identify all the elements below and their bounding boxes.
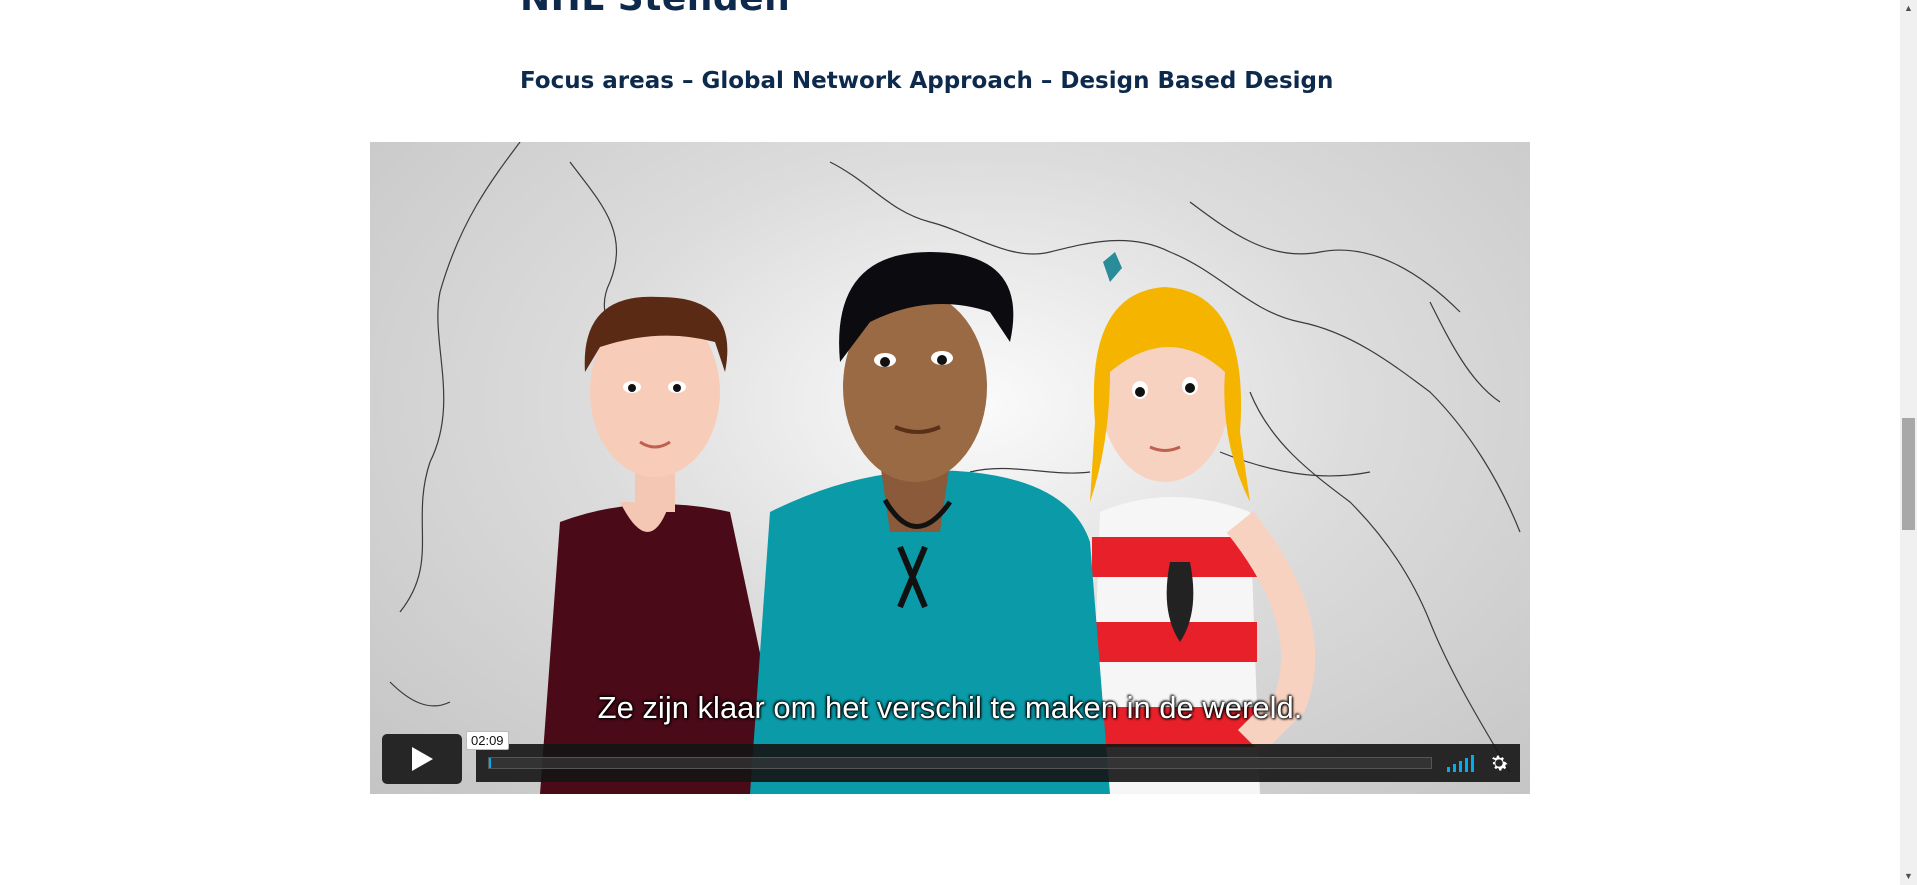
progress-bar[interactable] bbox=[488, 757, 1432, 769]
scroll-thumb[interactable] bbox=[1902, 418, 1915, 530]
video-caption: Ze zijn klaar om het verschil te maken i… bbox=[597, 690, 1303, 725]
page-title: NHL Stenden bbox=[520, 0, 790, 19]
progress-fill bbox=[489, 758, 491, 768]
page-subtitle: Focus areas – Global Network Approach – … bbox=[520, 68, 1334, 94]
map-highlight bbox=[1103, 252, 1122, 282]
volume-icon[interactable] bbox=[1446, 754, 1476, 772]
play-button[interactable] bbox=[382, 734, 462, 784]
scroll-down-arrow-icon[interactable]: ▼ bbox=[1900, 868, 1917, 885]
settings-gear-icon[interactable] bbox=[1488, 752, 1510, 774]
video-player[interactable]: Ze zijn klaar om het verschil te maken i… bbox=[370, 142, 1530, 794]
scroll-up-arrow-icon[interactable]: ▲ bbox=[1900, 0, 1917, 17]
time-tooltip: 02:09 bbox=[466, 731, 509, 750]
video-control-bar bbox=[476, 744, 1520, 782]
vertical-scrollbar[interactable]: ▲ ▼ bbox=[1900, 0, 1917, 885]
play-icon bbox=[412, 747, 433, 771]
